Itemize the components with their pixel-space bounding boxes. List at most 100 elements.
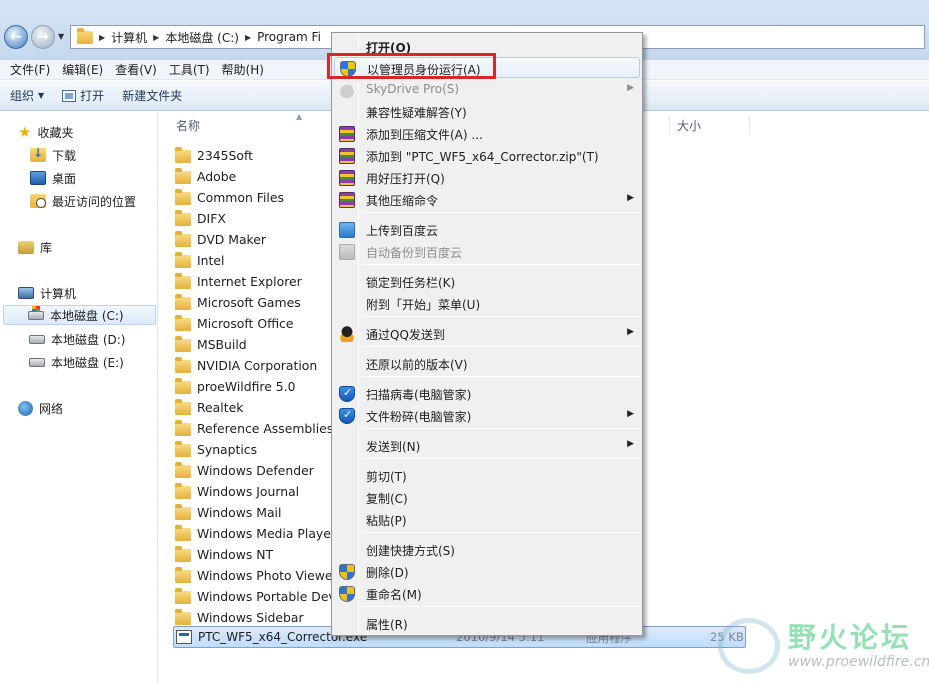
nav-downloads[interactable]: 下载 [30, 145, 76, 165]
menu-item-other-compress[interactable]: 其他压缩命令 ▶ [334, 189, 640, 210]
nav-drive-d[interactable]: 本地磁盘 (D:) [29, 329, 125, 349]
star-icon: ★ [18, 123, 32, 141]
list-item[interactable]: 2345Soft [175, 145, 253, 165]
list-item[interactable]: Synaptics [175, 439, 257, 459]
nav-favorites[interactable]: ★ 收藏夹 [18, 122, 73, 142]
nav-label: 本地磁盘 (E:) [51, 355, 124, 370]
menu-item-paste[interactable]: 粘贴(P) [334, 509, 640, 530]
breadcrumb-drive-c[interactable]: 本地磁盘 (C:) [165, 29, 239, 46]
list-item[interactable]: DVD Maker [175, 229, 266, 249]
menu-item-run-as-admin[interactable]: 以管理员身份运行(A) [334, 57, 640, 78]
nav-network[interactable]: 网络 [18, 398, 63, 418]
folder-icon [175, 251, 191, 268]
list-item[interactable]: Windows Mail [175, 502, 281, 522]
chevron-right-icon[interactable]: ▶ [99, 33, 105, 42]
list-item[interactable]: Windows Photo Viewer [175, 565, 338, 585]
list-item[interactable]: Microsoft Games [175, 292, 301, 312]
menu-item-add-to-archive[interactable]: 添加到压缩文件(A) ... [334, 123, 640, 144]
list-item[interactable]: Windows Media Player [175, 523, 336, 543]
forward-button[interactable]: → [31, 25, 55, 49]
column-header-name[interactable]: 名称 [176, 112, 200, 138]
chevron-right-icon[interactable]: ▶ [153, 33, 159, 42]
column-header-size[interactable]: 大小 [677, 112, 701, 138]
list-item[interactable]: Windows NT [175, 544, 273, 564]
list-item[interactable]: MSBuild [175, 334, 247, 354]
column-divider[interactable] [669, 116, 670, 134]
list-item[interactable]: Intel [175, 250, 224, 270]
organize-button[interactable]: 组织 ▼ [10, 87, 44, 104]
list-item[interactable]: NVIDIA Corporation [175, 355, 317, 375]
open-button[interactable]: 打开 [62, 87, 104, 104]
menu-item-label: 附到「开始」菜单(U) [366, 298, 481, 312]
list-item[interactable]: Windows Sidebar [175, 607, 304, 627]
menu-item-scan-virus[interactable]: 扫描病毒(电脑管家) [334, 383, 640, 404]
column-header-label: 名称 [176, 118, 201, 133]
column-divider[interactable] [749, 116, 750, 134]
folder-name: DIFX [197, 210, 226, 226]
nav-drive-c[interactable]: 本地磁盘 (C:) [3, 305, 156, 325]
menu-item-create-shortcut[interactable]: 创建快捷方式(S) [334, 539, 640, 560]
menu-item-delete[interactable]: 删除(D) [334, 561, 640, 582]
menu-item-add-to-zip[interactable]: 添加到 "PTC_WF5_x64_Corrector.zip"(T) [334, 145, 640, 166]
menu-item-send-to[interactable]: 发送到(N) ▶ [334, 435, 640, 456]
nav-recent-places[interactable]: 最近访问的位置 [30, 191, 136, 211]
folder-icon [175, 272, 191, 289]
nav-desktop[interactable]: 桌面 [30, 168, 76, 188]
menu-help[interactable]: 帮助(H) [216, 61, 270, 78]
menu-tools[interactable]: 工具(T) [163, 61, 216, 78]
list-item[interactable]: Windows Portable Devi [175, 586, 339, 606]
folder-icon [175, 377, 191, 394]
nav-label: 收藏夹 [37, 125, 74, 140]
menu-edit[interactable]: 编辑(E) [56, 61, 109, 78]
breadcrumb-program-files[interactable]: Program Fi [257, 30, 321, 44]
menu-item-send-via-qq[interactable]: 通过QQ发送到 ▶ [334, 323, 640, 344]
library-icon [18, 240, 34, 254]
list-item[interactable]: Internet Explorer [175, 271, 302, 291]
network-icon [18, 400, 33, 416]
chevron-right-icon[interactable]: ▶ [245, 33, 251, 42]
nav-label: 本地磁盘 (D:) [51, 332, 126, 347]
menu-item-pin-taskbar[interactable]: 锁定到任务栏(K) [334, 271, 640, 292]
menu-item-cut[interactable]: 剪切(T) [334, 465, 640, 486]
nav-libraries[interactable]: 库 [18, 237, 52, 257]
list-item[interactable]: Windows Defender [175, 460, 314, 480]
list-item[interactable]: Reference Assemblies [175, 418, 333, 438]
menu-item-copy[interactable]: 复制(C) [334, 487, 640, 508]
menu-item-label: 通过QQ发送到 [366, 328, 445, 342]
list-item[interactable]: proeWildfire 5.0 [175, 376, 296, 396]
new-folder-label: 新建文件夹 [122, 89, 183, 103]
menu-item-label: 重命名(M) [366, 588, 422, 602]
list-item[interactable]: Realtek [175, 397, 243, 417]
back-button[interactable]: ← [4, 25, 28, 49]
nav-drive-e[interactable]: 本地磁盘 (E:) [29, 352, 124, 372]
nav-computer[interactable]: 计算机 [18, 283, 76, 303]
menu-item-properties[interactable]: 属性(R) [334, 613, 640, 634]
drive-icon [29, 334, 45, 344]
new-folder-button[interactable]: 新建文件夹 [122, 87, 182, 104]
folder-icon [175, 356, 191, 373]
menu-item-upload-baidu[interactable]: 上传到百度云 [334, 219, 640, 240]
menu-item-pin-start[interactable]: 附到「开始」菜单(U) [334, 293, 640, 314]
menu-item-shred-file[interactable]: 文件粉碎(电脑管家) ▶ [334, 405, 640, 426]
menu-view[interactable]: 查看(V) [109, 61, 163, 78]
list-item[interactable]: Windows Journal [175, 481, 299, 501]
uac-shield-icon [339, 564, 355, 580]
recent-pages-dropdown-icon[interactable]: ▼ [58, 32, 64, 41]
breadcrumb-computer[interactable]: 计算机 [111, 29, 147, 46]
menu-item-label: 创建快捷方式(S) [366, 544, 455, 558]
menu-item-open[interactable]: 打开(O) [334, 36, 640, 57]
list-item[interactable]: DIFX [175, 208, 226, 228]
context-menu: 打开(O) 以管理员身份运行(A) SkyDrive Pro(S) ▶ 兼容性疑难解答(… [331, 32, 643, 636]
menu-item-rename[interactable]: 重命名(M) [334, 583, 640, 604]
menu-item-compat-troubleshoot[interactable]: 兼容性疑难解答(Y) [334, 101, 640, 122]
organize-label: 组织 [10, 89, 35, 103]
folder-icon [175, 188, 191, 205]
menu-item-open-with-haozip[interactable]: 用好压打开(Q) [334, 167, 640, 188]
list-item[interactable]: Common Files [175, 187, 284, 207]
menu-item-auto-backup-baidu: 自动备份到百度云 [334, 241, 640, 262]
qq-icon [339, 326, 355, 342]
list-item[interactable]: Microsoft Office [175, 313, 294, 333]
list-item[interactable]: Adobe [175, 166, 236, 186]
menu-item-restore-versions[interactable]: 还原以前的版本(V) [334, 353, 640, 374]
menu-file[interactable]: 文件(F) [4, 61, 56, 78]
